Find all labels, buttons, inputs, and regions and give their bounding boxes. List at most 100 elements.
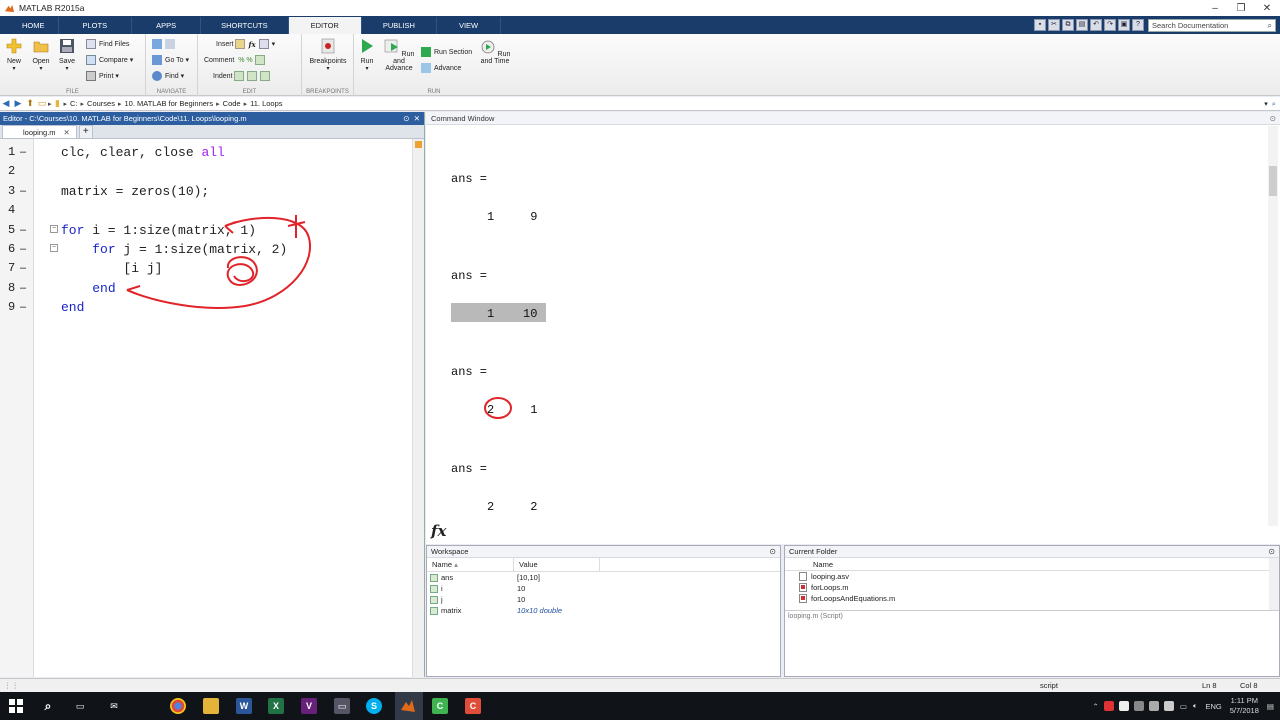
code-analyzer-warning-icon[interactable] [415,141,422,148]
code-line[interactable]: for i = 1:size(matrix, 1) [61,221,256,240]
find-files-button[interactable]: Find Files [86,39,129,49]
close-icon[interactable]: ✕ [1254,3,1280,14]
editor-actions-icon[interactable]: ⊙ [403,114,409,123]
back-icon[interactable]: ◀ [0,98,12,109]
breakpoint-marker-icon[interactable]: – [20,279,26,298]
breadcrumb-drive[interactable]: C: [70,99,78,108]
breakpoint-marker-icon[interactable]: – [20,182,26,201]
code-line[interactable]: clc, clear, close all [61,143,225,162]
workspace-row[interactable]: i 10 [427,583,780,594]
word-icon[interactable]: W [236,698,252,714]
switch-windows-icon[interactable]: ▣ [1118,19,1130,31]
network-icon[interactable]: ▭ [1180,702,1187,711]
save-toolbar-icon[interactable]: ▪ [1034,19,1046,31]
tray-app-icon[interactable] [1163,701,1174,711]
minimize-icon[interactable]: – [1202,3,1228,14]
breadcrumb-courses[interactable]: Courses [87,99,115,108]
code-area[interactable]: clc, clear, close all matrix = zeros(10);… [34,139,412,677]
fx-prompt-icon[interactable]: fx [431,522,446,540]
undo-toolbar-icon[interactable]: ↶ [1090,19,1102,31]
code-line[interactable]: end [61,279,115,298]
command-window-actions-icon[interactable]: ⊙ [1270,112,1276,125]
insert-button[interactable]: Insert fx ▾ [216,39,275,49]
file-list-item[interactable]: forLoopsAndEquations.m [785,593,1279,604]
up-folder-icon[interactable]: ⬆ [24,98,36,109]
workspace-row[interactable]: matrix 10x10 double [427,605,780,616]
skype-icon[interactable]: S [366,698,382,714]
new-button[interactable]: New ▾ [1,38,27,72]
advance-button[interactable]: Advance [421,63,461,73]
current-folder-scrollbar[interactable] [1269,558,1279,610]
tray-app-icon[interactable] [1118,701,1129,711]
copy-toolbar-icon[interactable]: ⧉ [1062,19,1074,31]
address-dropdown-icon[interactable]: ▾ [1264,100,1268,108]
fx-insert-icon[interactable]: fx [248,40,255,49]
windows-start-icon[interactable] [8,698,24,714]
breadcrumb-loops[interactable]: 11. Loops [250,99,282,108]
workspace-row[interactable]: ans [10,10] [427,572,780,583]
task-view-icon[interactable]: ▭ [72,698,88,714]
breakpoint-marker-icon[interactable]: – [20,143,26,162]
file-list-item[interactable]: forLoops.m [785,582,1279,593]
restore-icon[interactable]: ❐ [1228,3,1254,14]
comment-button[interactable]: Comment % % [204,55,268,65]
excel-icon[interactable]: X [268,698,284,714]
redo-toolbar-icon[interactable]: ↷ [1104,19,1116,31]
code-line[interactable]: for j = 1:size(matrix, 2) [61,240,287,259]
paste-toolbar-icon[interactable]: ▤ [1076,19,1088,31]
editor-close-icon[interactable]: ✕ [414,114,420,123]
file-list-item[interactable]: looping.asv [785,571,1279,582]
tab-editor[interactable]: EDITOR [288,17,362,34]
search-icon[interactable]: ⌕ [1268,20,1272,32]
tab-publish[interactable]: PUBLISH [362,17,437,34]
close-tab-icon[interactable]: ✕ [64,128,70,137]
workspace-actions-icon[interactable]: ⊙ [769,546,776,558]
camtasia-red-icon[interactable]: C [465,698,481,714]
breadcrumb-course[interactable]: 10. MATLAB for Beginners [125,99,214,108]
notifications-icon[interactable]: ▤ [1267,702,1274,711]
monitor-app-icon[interactable]: ▭ [334,698,350,714]
browse-folder-icon[interactable]: ▭ [36,98,48,109]
search-folder-icon[interactable]: ⌕ [1272,99,1276,109]
find-button[interactable]: Find ▾ [152,71,184,81]
help-icon[interactable]: ? [1132,19,1144,31]
code-fold-icon[interactable]: − [50,244,58,252]
command-window-scrollbar[interactable] [1268,126,1278,526]
search-taskbar-icon[interactable]: ⌕ [40,698,56,714]
scrollbar-thumb[interactable] [1269,166,1277,196]
visual-studio-icon[interactable]: V [301,698,317,714]
run-and-time-button[interactable]: Run and Time [478,38,512,65]
input-language[interactable]: ENG [1205,702,1221,711]
current-folder-actions-icon[interactable]: ⊙ [1268,546,1275,558]
compare-button[interactable]: Compare ▾ [86,55,133,65]
run-section-button[interactable]: Run Section [421,47,472,57]
breakpoint-marker-icon[interactable]: – [20,221,26,240]
column-file-name[interactable]: Name [785,558,1279,571]
breakpoint-marker-icon[interactable]: – [20,240,26,259]
new-tab-plus-icon[interactable]: + [78,125,93,138]
volume-icon[interactable]: 🔈︎ [1193,701,1198,711]
search-documentation-input[interactable]: Search Documentation ⌕ [1148,18,1276,32]
save-button[interactable]: Save ▾ [54,38,80,72]
cut-toolbar-icon[interactable]: ✂ [1048,19,1060,31]
run-and-advance-button[interactable]: Run and Advance [382,38,416,72]
tab-view[interactable]: VIEW [437,17,502,34]
code-fold-icon[interactable]: − [50,224,58,233]
tab-shortcuts[interactable]: SHORTCUTS [201,17,289,34]
code-line[interactable]: matrix = zeros(10); [61,182,209,201]
mail-icon[interactable]: ✉ [106,698,122,714]
code-line[interactable]: [i j] [61,259,162,278]
tray-app-icon[interactable] [1148,701,1159,711]
column-name[interactable]: Name ▴ [427,558,514,571]
workspace-row[interactable]: j 10 [427,594,780,605]
breakpoints-button[interactable]: Breakpoints ▾ [306,38,350,72]
breakpoint-marker-icon[interactable]: – [20,259,26,278]
command-window[interactable]: Command Window ⊙ ans = 1 9 ans = 1 10 ans =… [426,112,1280,544]
tray-app-icon[interactable] [1103,701,1114,711]
sticky-tool-icon[interactable] [203,698,219,714]
breadcrumb-code[interactable]: Code [223,99,241,108]
camtasia-green-icon[interactable]: C [432,698,448,714]
tab-looping-m[interactable]: looping.m ✕ [2,125,77,138]
matlab-taskbar-icon[interactable] [400,698,416,714]
tray-chevron-icon[interactable]: ⌃ [1093,702,1099,711]
